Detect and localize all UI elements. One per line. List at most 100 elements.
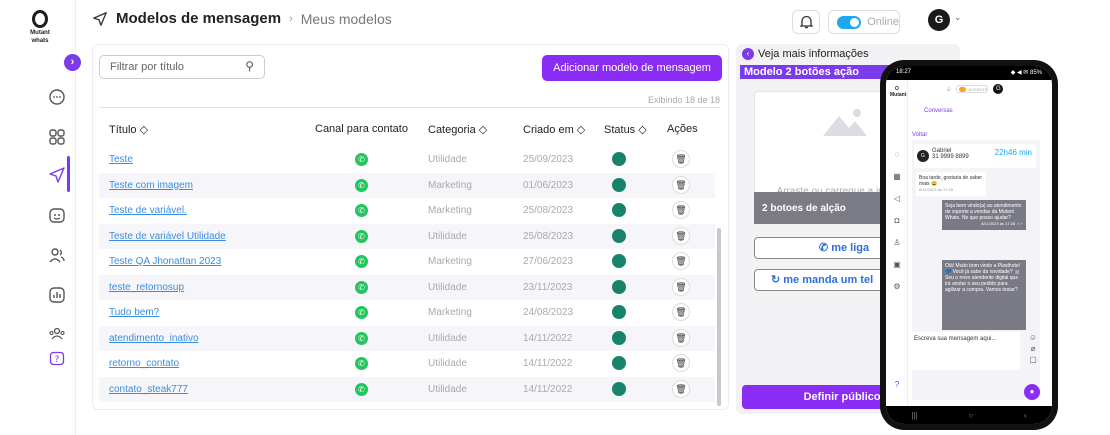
template-title-link[interactable]: Teste QA Jhonattan 2023 — [109, 256, 221, 267]
search-icon[interactable]: ⚲ — [245, 59, 254, 73]
robot-face-icon — [49, 208, 65, 223]
sidebar-item-chatbot[interactable] — [46, 204, 68, 226]
status-switch[interactable] — [837, 15, 862, 29]
trash-icon[interactable]: 🗑 — [672, 201, 690, 219]
outgoing-message: Olá! Muito bom vindo a Plasthotel 💙 Você… — [942, 260, 1026, 330]
back-icon[interactable]: ‹ — [1024, 411, 1027, 420]
column-header-title[interactable]: Título ◇ — [109, 123, 148, 136]
trash-icon[interactable]: 🗑 — [672, 175, 690, 194]
incoming-message-time: 8/11/2023 às 17:28 — [919, 187, 953, 192]
table-scrollbar[interactable] — [717, 228, 721, 406]
table-row: Teste ✆ Utilidade 25/09/2023 🗑 — [99, 147, 715, 172]
mutant-whats-logo[interactable]: Mutant whats — [28, 10, 52, 44]
phone-contact-card[interactable]: G Gabriel 31 9999 8899 22h46 min — [914, 144, 1036, 168]
trash-icon[interactable]: 🗑 — [672, 303, 690, 321]
trash-icon[interactable]: 🗑 — [672, 277, 690, 296]
attach-icon[interactable]: ⌀ — [1026, 343, 1040, 354]
sidebar-expand-button[interactable]: › — [64, 54, 81, 71]
created-date-cell: 25/08/2023 — [523, 230, 574, 242]
template-title-link[interactable]: Teste com imagem — [109, 180, 193, 191]
column-header-created[interactable]: Criado em ◇ — [523, 123, 585, 136]
sidebar-item-team[interactable] — [46, 322, 68, 344]
category-cell: Marketing — [428, 256, 472, 267]
table-row: contato_steak777 ✆ Utilidade 14/11/2022 🗑 — [99, 376, 715, 402]
table-row: Teste com imagem ✆ Marketing 01/06/2023 🗑 — [99, 172, 715, 198]
notifications-button[interactable] — [792, 10, 820, 34]
add-template-button[interactable]: Adicionar modelo de mensagem — [542, 55, 722, 81]
grid-icon — [49, 129, 65, 145]
sidebar-item-message-templates[interactable] — [46, 164, 68, 186]
phone-avatar[interactable]: G — [993, 84, 1004, 94]
template-title-link[interactable]: Teste de variável Utilidade — [109, 231, 226, 242]
grid-icon[interactable]: ▦ — [892, 172, 902, 182]
template-title-link[interactable]: Teste de variável. — [109, 205, 187, 216]
phone-logo: O Mutant — [890, 86, 907, 98]
chevron-down-icon[interactable]: ⌄ — [954, 12, 962, 23]
template-title-link[interactable]: retorno_contato — [109, 358, 179, 369]
category-cell: Marketing — [428, 179, 472, 191]
status-indicator — [612, 356, 626, 370]
outgoing-message-text: Seja bem vindo(a) ao atendimento de supo… — [945, 203, 1022, 221]
help-question-icon: ? — [49, 351, 65, 366]
template-title-link[interactable]: Teste — [109, 154, 133, 165]
filter-title-input[interactable]: Filtrar por título ⚲ — [99, 55, 265, 79]
chat-bubble-icon[interactable]: ◌ — [892, 150, 902, 160]
trash-icon[interactable]: 🗑 — [672, 150, 690, 168]
help-question-icon[interactable]: ? — [892, 380, 902, 390]
template-title-link[interactable]: atendimento_inativo — [109, 333, 199, 344]
sidebar-item-help[interactable]: ? — [46, 348, 68, 370]
phone-screen: 18:27 ◆ ◀ ✉ 85% O Mutant ◌ ▦ ◁ ◘ ♙ ▣ ⚙ ? … — [886, 66, 1052, 424]
bar-chart-icon[interactable]: ▣ — [892, 260, 902, 270]
table-row: Teste de variável Utilidade ✆ Utilidade 25/… — [99, 223, 715, 249]
microphone-button[interactable]: ● — [1024, 384, 1040, 400]
created-date-cell: 01/06/2023 — [523, 179, 574, 191]
incoming-message-text: Boa tarde, gostaria de saber mais 😀 — [919, 175, 983, 187]
bell-icon[interactable]: ♤ — [946, 86, 951, 93]
sidebar-item-contacts[interactable] — [46, 244, 68, 266]
category-cell: Utilidade — [428, 383, 467, 395]
online-status-toggle[interactable]: Online — [828, 10, 900, 34]
user-avatar[interactable]: G — [928, 9, 950, 31]
phone-message-input[interactable]: Escreva sua mensagem aqui... — [910, 332, 1020, 370]
template-title-link[interactable]: contato_steak777 — [109, 384, 188, 395]
template-icon[interactable]: ▢ — [1026, 354, 1040, 365]
column-header-category[interactable]: Categoria ◇ — [428, 123, 487, 136]
sidebar-item-dashboard[interactable] — [46, 126, 68, 148]
category-cell: Marketing — [428, 205, 472, 216]
send-icon[interactable]: ◁ — [892, 194, 902, 204]
trash-icon[interactable]: 🗑 — [672, 252, 690, 270]
status-indicator — [612, 254, 626, 268]
breadcrumb-current: Meus modelos — [300, 10, 392, 27]
created-date-cell: 25/08/2023 — [523, 205, 574, 216]
phone-sidebar: O Mutant ◌ ▦ ◁ ◘ ♙ ▣ ⚙ ? — [886, 80, 908, 406]
send-icon — [49, 167, 65, 183]
users-icon[interactable]: ♙ — [892, 238, 902, 248]
gear-icon[interactable]: ⚙ — [892, 282, 902, 292]
call-button-label: me liga — [831, 242, 870, 254]
trash-icon[interactable]: 🗑 — [672, 226, 690, 245]
bell-icon — [798, 15, 814, 29]
phone-status-toggle[interactable]: AUSENTE — [956, 85, 989, 93]
sidebar-item-conversations[interactable] — [46, 86, 68, 108]
contact-time: 22h46 min — [994, 148, 1032, 157]
whatsapp-icon: ✆ — [355, 331, 368, 345]
template-title-link[interactable]: Tudo bem? — [109, 307, 159, 318]
phone-status-bar: 18:27 ◆ ◀ ✉ 85% — [886, 66, 1052, 80]
recent-apps-icon[interactable]: ||| — [911, 411, 917, 420]
page-title-main[interactable]: Modelos de mensagem — [116, 10, 281, 27]
column-header-status[interactable]: Status ◇ — [604, 123, 647, 136]
home-icon[interactable]: ○ — [968, 411, 973, 420]
template-title-link[interactable]: teste_retornosup — [109, 282, 184, 293]
more-info-link[interactable]: ‹ Veja mais informações — [742, 48, 869, 60]
whatsapp-icon: ✆ — [355, 280, 368, 294]
robot-face-icon[interactable]: ◘ — [892, 216, 902, 226]
sidebar-item-reports[interactable] — [46, 284, 68, 306]
trash-icon[interactable]: 🗑 — [672, 379, 690, 398]
divider — [99, 107, 720, 108]
trash-icon[interactable]: 🗑 — [672, 354, 690, 372]
phone-back-link[interactable]: Voltar — [912, 132, 927, 138]
image-placeholder-icon — [823, 109, 867, 136]
emoji-icon[interactable]: ☺ — [1026, 332, 1040, 343]
sidebar: Mutant whats › ? — [0, 0, 81, 435]
trash-icon[interactable]: 🗑 — [672, 328, 690, 347]
